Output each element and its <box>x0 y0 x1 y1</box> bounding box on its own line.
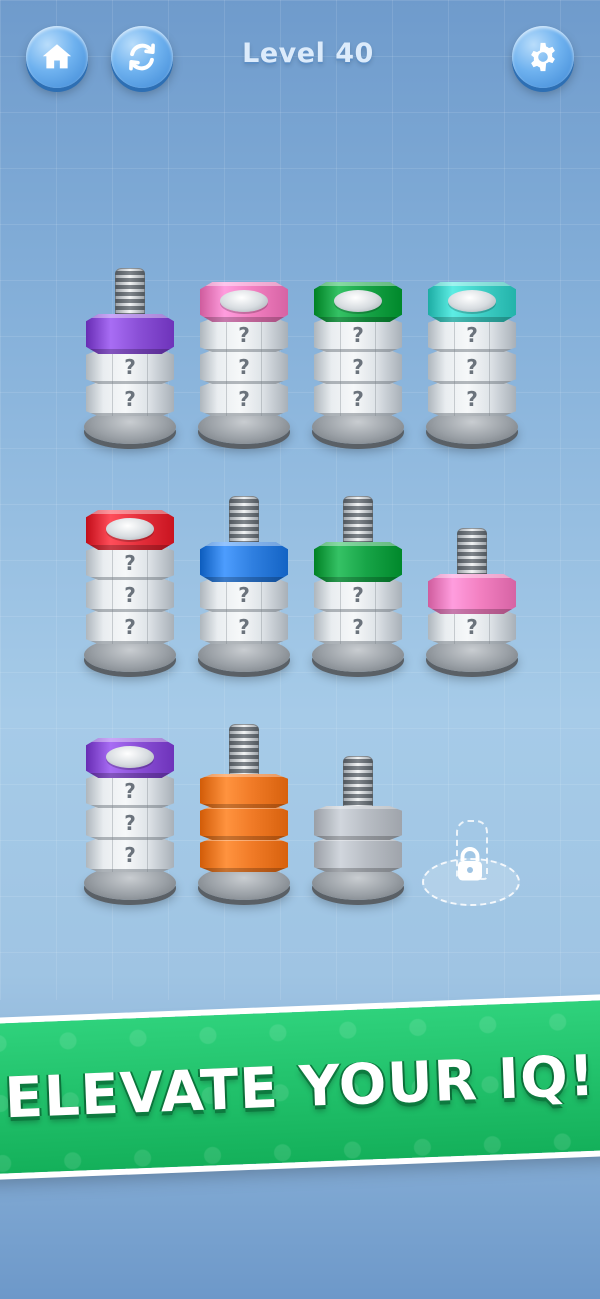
color-nut <box>200 774 288 808</box>
top-color-nut <box>428 574 516 614</box>
color-nut <box>200 838 288 872</box>
color-nut <box>314 806 402 840</box>
question-mark: ? <box>124 811 136 835</box>
question-mark: ? <box>124 779 136 803</box>
color-nut <box>200 806 288 840</box>
color-nut <box>314 838 402 872</box>
bolt-stack-r3-c2[interactable] <box>196 0 292 1000</box>
locked-slot[interactable] <box>422 820 520 910</box>
banner-text: ELEVATE YOUR IQ! <box>3 1043 597 1131</box>
lock-icon <box>458 847 482 881</box>
promo-banner: ELEVATE YOUR IQ! <box>0 999 600 1175</box>
mystery-nut: ? <box>428 610 516 644</box>
mystery-nut: ? <box>86 774 174 808</box>
mystery-nut: ? <box>86 806 174 840</box>
bolt-stack-r3-c3[interactable] <box>310 0 406 1000</box>
question-mark: ? <box>466 615 478 639</box>
mystery-nut: ? <box>86 838 174 872</box>
question-mark: ? <box>124 843 136 867</box>
bolt-cap <box>106 746 154 768</box>
bolt-stack-r3-c1[interactable]: ??? <box>82 0 178 1000</box>
